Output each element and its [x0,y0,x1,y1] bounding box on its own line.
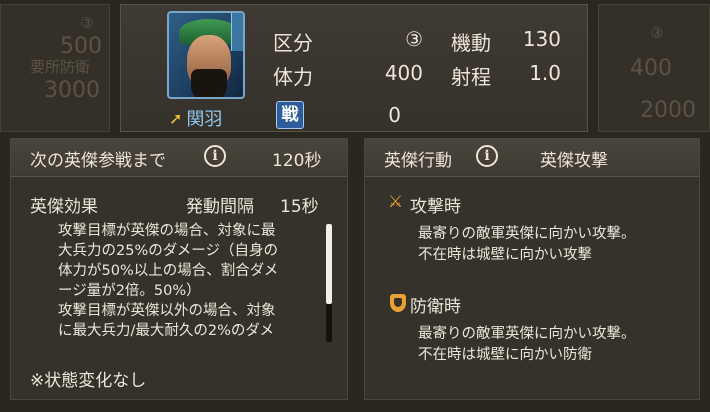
background-label: 要所防衛 [30,58,91,76]
countdown-value: 120秒 [272,151,322,171]
category-value: ③ [405,27,423,51]
background-label: ③ [80,14,94,32]
category-label: 区分 [273,31,313,55]
range-value: 1.0 [529,61,561,85]
status-note: ※状態変化なし [30,371,147,391]
attack-title: 攻撃時 [410,197,461,217]
portrait-ribbon [231,13,243,51]
mobility-value: 130 [522,27,561,51]
scrollbar-thumb[interactable] [326,224,332,304]
effect-scrollbar[interactable] [326,224,332,342]
effect-description[interactable]: 攻撃目標が英傑の場合、対象に最 大兵力の25%のダメージ（自身の 体力が50%以… [58,221,324,341]
background-label: 2000 [640,98,696,123]
background-label: 400 [630,56,672,81]
hero-info-card: ➚ 関羽 戦 区分 ③ 機動 130 体力 400 射程 1.0 0 [120,4,588,132]
interval-value: 15秒 [280,197,319,217]
defense-line: 不在時は城壁に向かい防衛 [418,347,592,363]
attack-line: 最寄りの敵軍英傑に向かい攻撃。 [418,226,636,242]
sword-icon: ⚔ [388,192,404,212]
effect-line: 攻撃目標が英傑以外の場合、対象 [58,303,276,319]
action-name: 英傑攻撃 [540,151,608,171]
hero-name-row: ➚ 関羽 [169,105,222,131]
interval-label: 発動間隔 [186,197,254,217]
effect-title: 英傑効果 [30,197,98,217]
background-label: ③ [650,24,664,42]
attack-line: 不在時は城壁に向かい攻撃 [418,247,592,263]
background-label: 3000 [44,78,100,103]
effect-line: ージ量が2倍。50%） [58,283,201,299]
next-hero-title: 次の英傑参戦まで [30,151,166,171]
defense-title: 防衛時 [410,297,461,317]
mobility-label: 機動 [451,31,491,55]
defense-line: 最寄りの敵軍英傑に向かい攻撃。 [418,326,636,342]
effect-line: 体力が50%以上の場合、割合ダメ [58,263,279,279]
hero-portrait[interactable] [167,11,245,99]
battle-value: 0 [388,103,401,127]
info-icon[interactable]: i [204,145,226,167]
battle-icon: 戦 [276,101,304,129]
troops-label: 体力 [273,65,313,89]
hero-name: 関羽 [186,109,223,130]
effect-line: 大兵力の25%のダメージ（自身の [58,243,279,259]
beard-shape [191,69,227,97]
info-icon[interactable]: i [476,145,498,167]
hero-rank-arrow-icon: ➚ [169,108,183,128]
shield-icon [390,294,406,312]
troops-value: 400 [384,61,423,85]
effect-line: に最大兵力/最大耐久の2%のダメ [58,323,274,339]
effect-line: 攻撃目標が英傑の場合、対象に最 [58,223,276,239]
range-label: 射程 [451,65,491,89]
action-title: 英傑行動 [384,151,452,171]
